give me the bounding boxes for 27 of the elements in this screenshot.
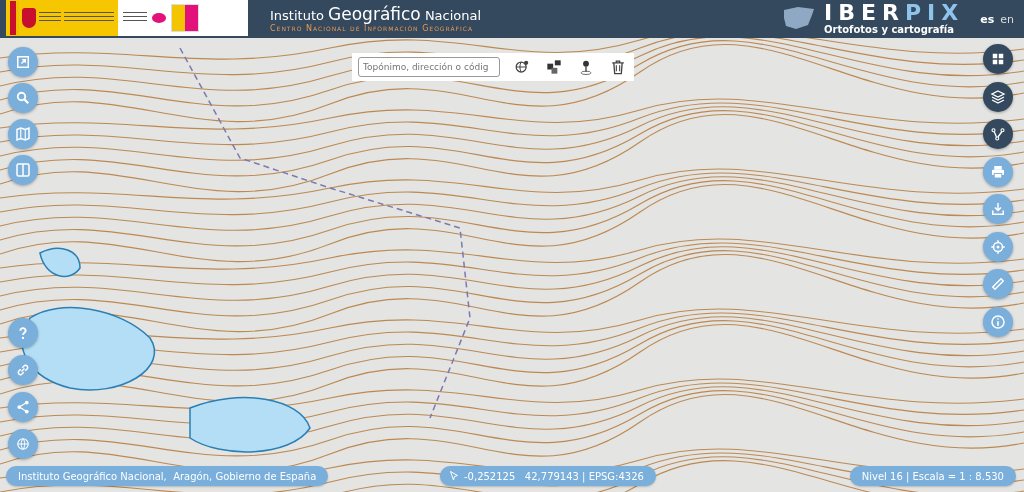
search-icon	[14, 89, 32, 107]
crosshair-icon	[989, 237, 1007, 256]
ign-logo-icon	[152, 13, 166, 23]
language-link[interactable]: en	[1000, 12, 1014, 26]
info-icon	[989, 312, 1007, 331]
site-subtitle: Centro Nacional de Información Geográfica	[270, 23, 475, 33]
cursor-icon	[448, 470, 460, 482]
nodes-icon	[989, 125, 1007, 143]
crest-icon	[22, 8, 36, 28]
squares-icon[interactable]	[544, 57, 564, 77]
layers-icon	[989, 87, 1007, 106]
search-field[interactable]: Topónimo, dirección o códig	[358, 57, 500, 77]
expand-icon	[14, 53, 32, 71]
anniversary-logo-icon	[171, 4, 199, 32]
language-link[interactable]: es	[980, 12, 995, 26]
map-icon	[14, 125, 32, 143]
split-view-icon	[14, 161, 32, 179]
ruler-icon	[989, 275, 1007, 293]
download-icon	[989, 200, 1007, 218]
site-title: Instituto Geográfico Nacional	[270, 5, 482, 24]
coordinates-label: -0,252125 42,779143 | EPSG:4326	[464, 470, 644, 482]
logo-lettering-icon	[39, 12, 61, 24]
attribution-label: Instituto Geográfico Nacional, Aragón, Gobierno de España	[6, 466, 329, 486]
scale-label: Nivel 16 | Escala = 1 : 8.530	[849, 466, 1016, 486]
brand-name: IBER PIX	[824, 2, 965, 24]
globe-icon	[14, 435, 32, 453]
brand-tagline: Ortofotos y cartografía	[824, 24, 955, 36]
